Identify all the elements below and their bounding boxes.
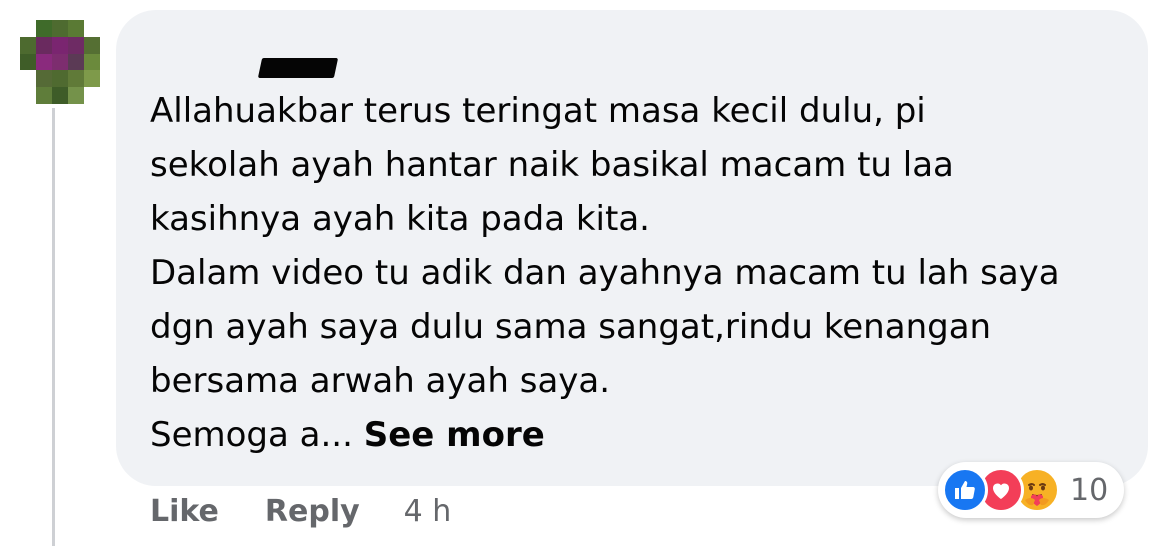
reaction-count: 10 (1070, 472, 1109, 508)
like-button[interactable]: Like (150, 494, 219, 529)
like-icon (942, 467, 988, 513)
comment-timestamp[interactable]: 4 h (404, 494, 452, 529)
comment-line: sekolah ayah hantar naik basikal macam t… (150, 145, 954, 185)
comment-line: dgn ayah saya dulu sama sangat,rindu ken… (150, 307, 992, 347)
reply-button[interactable]: Reply (265, 494, 360, 529)
comment-actions: Like Reply 4 h (150, 494, 451, 529)
avatar[interactable] (20, 20, 100, 104)
comment-line: Allahuakbar terus teringat masa kecil du… (150, 91, 926, 131)
comment-line: Dalam video tu adik dan ayahnya macam tu… (150, 253, 1060, 293)
see-more-link[interactable]: See more (364, 415, 545, 455)
comment-line: kasihnya ayah kita pada kita. (150, 199, 650, 239)
comment-line: bersama arwah ayah saya. (150, 361, 611, 401)
thread-line (52, 108, 55, 546)
reactions-summary[interactable]: 10 (938, 462, 1125, 518)
comment-truncated-text: Semoga a... (150, 415, 353, 455)
redacted-author-name (257, 58, 339, 78)
comment-body: Allahuakbar terus teringat masa kecil du… (150, 84, 1135, 462)
comment-last-line: Semoga a... See more (150, 408, 1135, 462)
